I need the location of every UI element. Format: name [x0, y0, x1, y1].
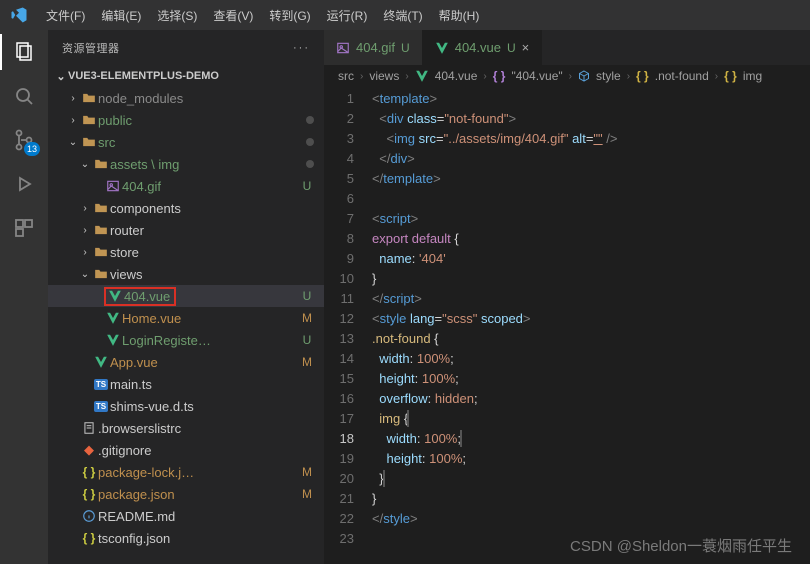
tree-row[interactable]: Home.vueM: [48, 307, 324, 329]
crumb[interactable]: .not-found: [655, 69, 709, 83]
tree-row[interactable]: { }package-lock.jsonM: [48, 461, 324, 483]
vue-icon: [104, 311, 122, 325]
json-icon: { }: [80, 465, 98, 479]
explorer-sidebar: 资源管理器 ··· ⌄VUE3-ELEMENTPLUS-DEMO ›node_m…: [48, 30, 324, 564]
search-icon[interactable]: [10, 82, 38, 110]
tree-row[interactable]: ›store: [48, 241, 324, 263]
editor-pane: 404.gifU404.vueU× src›views›404.vue›{ }"…: [324, 30, 810, 564]
file-icon: [80, 421, 98, 435]
code-editor[interactable]: 1234567891011121314151617181920212223 <t…: [324, 87, 810, 564]
tree-row[interactable]: ⌄assets \ img: [48, 153, 324, 175]
tree-row[interactable]: TSmain.ts: [48, 373, 324, 395]
code-lines[interactable]: <template> <div class="not-found"> <img …: [372, 87, 810, 564]
image-icon: [336, 41, 350, 55]
menu-item[interactable]: 查看(V): [205, 3, 261, 28]
sidebar-section[interactable]: ⌄VUE3-ELEMENTPLUS-DEMO: [48, 65, 324, 87]
menu-item[interactable]: 终端(T): [375, 3, 430, 28]
folder-icon: [92, 201, 110, 215]
folder-icon: [80, 113, 98, 127]
folder-icon: [80, 91, 98, 105]
editor-tab[interactable]: 404.vueU×: [423, 30, 543, 65]
folder-icon: [92, 245, 110, 259]
tree-row[interactable]: TSshims-vue.d.ts: [48, 395, 324, 417]
scm-badge: 13: [24, 142, 40, 156]
tree-row[interactable]: LoginRegister.vueU: [48, 329, 324, 351]
tree-row[interactable]: ⌄src: [48, 131, 324, 153]
tree-row[interactable]: ›router: [48, 219, 324, 241]
vscode-logo-icon: [10, 6, 28, 24]
tree-row[interactable]: ◆.gitignore: [48, 439, 324, 461]
menu-bar: 文件(F)编辑(E)选择(S)查看(V)转到(G)运行(R)终端(T)帮助(H): [0, 0, 810, 30]
file-tree: ›node_modules›public⌄src⌄assets \ img404…: [48, 87, 324, 564]
brace-y-icon: { }: [724, 69, 737, 83]
cube-icon: [578, 70, 590, 82]
extensions-icon[interactable]: [10, 214, 38, 242]
tree-row[interactable]: { }tsconfig.json: [48, 527, 324, 549]
tree-row[interactable]: App.vueM: [48, 351, 324, 373]
menu-item[interactable]: 文件(F): [38, 3, 93, 28]
crumb[interactable]: style: [596, 69, 621, 83]
tab-bar: 404.gifU404.vueU×: [324, 30, 810, 65]
folder-open-icon: [92, 267, 110, 281]
menu-item[interactable]: 转到(G): [261, 3, 318, 28]
brace-y-icon: { }: [636, 69, 649, 83]
json-icon: { }: [80, 531, 98, 545]
tree-row[interactable]: .browserslistrc: [48, 417, 324, 439]
folder-open-icon: [80, 135, 98, 149]
git-icon: ◆: [80, 442, 98, 458]
tree-row[interactable]: ›components: [48, 197, 324, 219]
vue-icon: [435, 41, 449, 55]
sidebar-title: 资源管理器: [62, 40, 120, 56]
info-icon: [80, 509, 98, 523]
crumb[interactable]: views: [369, 69, 399, 83]
tree-row[interactable]: { }package.jsonM: [48, 483, 324, 505]
close-icon[interactable]: ×: [522, 40, 530, 55]
vue-icon: [104, 333, 122, 347]
crumb[interactable]: src: [338, 69, 354, 83]
crumb[interactable]: img: [743, 69, 762, 83]
tree-row[interactable]: ›public: [48, 109, 324, 131]
ts-icon: TS: [92, 401, 110, 412]
line-gutter: 1234567891011121314151617181920212223: [324, 87, 372, 564]
menu-item[interactable]: 帮助(H): [431, 3, 488, 28]
tree-row[interactable]: ›node_modules: [48, 87, 324, 109]
crumb[interactable]: "404.vue": [511, 69, 562, 83]
activity-bar: 13: [0, 30, 48, 564]
editor-tab[interactable]: 404.gifU: [324, 30, 423, 65]
image-icon: [104, 179, 122, 193]
source-control-icon[interactable]: 13: [10, 126, 38, 154]
braces-icon: { }: [493, 69, 506, 83]
breadcrumb[interactable]: src›views›404.vue›{ }"404.vue"›style›{ }…: [324, 65, 810, 87]
folder-icon: [92, 223, 110, 237]
explorer-icon[interactable]: [10, 38, 38, 66]
menu-item[interactable]: 选择(S): [149, 3, 205, 28]
sidebar-more-icon[interactable]: ···: [293, 42, 310, 54]
tree-row[interactable]: 404.vueU: [48, 285, 324, 307]
debug-icon[interactable]: [10, 170, 38, 198]
crumb[interactable]: 404.vue: [435, 69, 478, 83]
vue-icon: [415, 69, 429, 83]
tree-row[interactable]: 404.gifU: [48, 175, 324, 197]
vue-icon: [92, 355, 110, 369]
vue-icon: [106, 289, 124, 303]
tree-row[interactable]: ⌄views: [48, 263, 324, 285]
menu-item[interactable]: 运行(R): [319, 3, 376, 28]
menu-item[interactable]: 编辑(E): [93, 3, 149, 28]
folder-open-icon: [92, 157, 110, 171]
json-icon: { }: [80, 487, 98, 501]
ts-icon: TS: [92, 379, 110, 390]
tree-row[interactable]: README.md: [48, 505, 324, 527]
